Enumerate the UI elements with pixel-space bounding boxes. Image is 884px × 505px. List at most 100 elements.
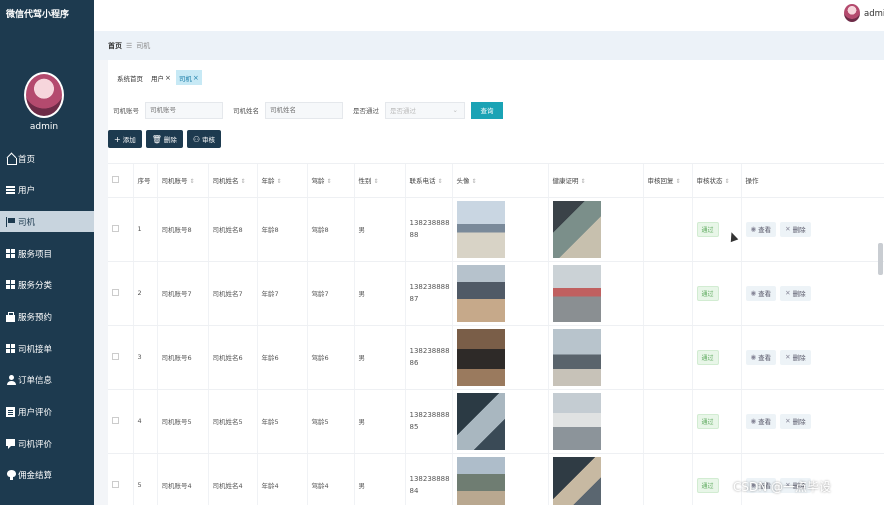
- sort-icon[interactable]: ⇕: [676, 178, 681, 185]
- column-header-gender[interactable]: 性别 ⇕: [354, 164, 406, 198]
- sidebar-item-order-info[interactable]: 订单信息: [0, 370, 94, 391]
- close-icon[interactable]: ×: [193, 74, 199, 82]
- tab-home[interactable]: 系统首页: [114, 70, 146, 85]
- cell-review-status: 通过: [692, 389, 742, 454]
- avatar-photo[interactable]: [456, 328, 505, 386]
- sidebar-item-home[interactable]: 首页: [0, 148, 94, 169]
- row-delete-button[interactable]: ✕ 删除: [780, 221, 811, 237]
- cell-index: 1: [133, 197, 158, 262]
- tab-users[interactable]: 用户 ×: [148, 70, 174, 85]
- column-header-health-cert[interactable]: 健康证明 ⇕: [548, 164, 644, 198]
- query-button[interactable]: 查询: [471, 101, 503, 119]
- row-checkbox[interactable]: [112, 416, 119, 424]
- row-select-cell: [108, 261, 134, 326]
- avatar-photo[interactable]: [456, 456, 505, 505]
- column-header-account[interactable]: 司机账号 ⇕: [157, 164, 209, 198]
- grid-icon: [6, 248, 16, 259]
- cell-operation: ◉ 查看 ✕ 删除: [741, 261, 884, 326]
- delete-button[interactable]: 🗑 删除: [145, 130, 183, 148]
- sidebar-item-driver-reviews[interactable]: 司机评价: [0, 433, 94, 454]
- row-delete-button[interactable]: ✕ 删除: [780, 349, 811, 365]
- cell-account: 司机账号8: [157, 197, 209, 262]
- sort-icon[interactable]: ⇕: [327, 178, 332, 185]
- scroll-thumb[interactable]: [878, 243, 883, 275]
- sort-icon[interactable]: ⇕: [725, 178, 730, 185]
- cell-age: 年龄5: [257, 389, 308, 454]
- name-input[interactable]: [265, 101, 343, 119]
- column-header-label: 操作: [745, 177, 759, 186]
- view-button[interactable]: ◉ 查看: [745, 285, 777, 301]
- sort-icon[interactable]: ⇕: [581, 178, 586, 185]
- eye-icon: ◉: [750, 289, 757, 297]
- app-title: 微信代驾小程序: [6, 10, 70, 20]
- column-header-review-status[interactable]: 审核状态 ⇕: [692, 164, 742, 198]
- column-header-label: 司机姓名: [212, 177, 239, 186]
- phone-line: 84: [409, 487, 419, 495]
- avatar-photo[interactable]: [456, 200, 505, 258]
- view-button-label: 查看: [758, 354, 772, 362]
- close-icon[interactable]: ×: [165, 74, 171, 82]
- row-checkbox[interactable]: [112, 288, 119, 296]
- health-cert-photo[interactable]: [552, 392, 601, 450]
- row-checkbox[interactable]: [112, 480, 119, 488]
- cell-review-reply: [643, 325, 693, 390]
- view-button[interactable]: ◉ 查看: [745, 413, 777, 429]
- tab-drivers[interactable]: 司机 ×: [175, 70, 202, 85]
- sidebar-item-service-items[interactable]: 服务项目: [0, 243, 94, 264]
- column-header-name[interactable]: 司机姓名 ⇕: [208, 164, 258, 198]
- avatar-photo[interactable]: [456, 392, 505, 450]
- health-cert-photo[interactable]: [552, 328, 601, 386]
- add-button-label: 添加: [122, 136, 136, 144]
- sort-icon[interactable]: ⇕: [277, 178, 282, 185]
- column-header-age[interactable]: 年龄 ⇕: [257, 164, 308, 198]
- view-button-label: 查看: [758, 226, 772, 234]
- sort-icon[interactable]: ⇕: [438, 178, 443, 185]
- column-header-label: 联系电话: [409, 177, 436, 186]
- column-header-review-reply[interactable]: 审核回复 ⇕: [643, 164, 693, 198]
- close-icon: ✕: [785, 289, 791, 297]
- column-header-label: 审核回复: [647, 177, 674, 186]
- row-checkbox[interactable]: [112, 224, 119, 232]
- row-checkbox[interactable]: [112, 352, 119, 360]
- row-delete-button[interactable]: ✕ 删除: [780, 413, 811, 429]
- sidebar-item-drivers[interactable]: 司机: [0, 211, 94, 233]
- sidebar-item-commission[interactable]: 佣金结算: [0, 465, 94, 486]
- sort-icon[interactable]: ⇕: [241, 178, 246, 185]
- add-button[interactable]: + 添加: [108, 130, 142, 148]
- page-scrollbar[interactable]: [877, 60, 884, 505]
- sidebar-item-service-booking[interactable]: 服务预约: [0, 306, 94, 327]
- sidebar-item-driver-orders[interactable]: 司机接单: [0, 338, 94, 359]
- avatar-photo[interactable]: [456, 264, 505, 322]
- sort-icon[interactable]: ⇕: [190, 178, 195, 185]
- sort-icon[interactable]: ⇕: [374, 178, 379, 185]
- sidebar: 微信代驾小程序 admin 首页 用户 司机 服务项目 服务分类 服务预约 司机…: [0, 0, 94, 505]
- health-cert-photo[interactable]: [552, 264, 601, 322]
- column-header-driving-years[interactable]: 驾龄 ⇕: [307, 164, 355, 198]
- cell-age: 年龄7: [257, 261, 308, 326]
- health-cert-photo[interactable]: [552, 200, 601, 258]
- sort-icon[interactable]: ⇕: [472, 178, 477, 185]
- review-button[interactable]: ⚇ 审核: [186, 130, 222, 148]
- row-delete-button[interactable]: ✕ 删除: [780, 285, 811, 301]
- cell-health-cert: [548, 261, 644, 326]
- health-cert-photo[interactable]: [552, 456, 601, 505]
- avatar[interactable]: [844, 4, 860, 22]
- breadcrumb-home[interactable]: 首页: [108, 41, 122, 51]
- header-username[interactable]: admin: [864, 9, 884, 19]
- approved-select[interactable]: 是否通过 ⌄: [385, 101, 465, 119]
- column-header-phone[interactable]: 联系电话 ⇕: [405, 164, 453, 198]
- sidebar-avatar: [24, 72, 64, 118]
- plus-icon: +: [114, 134, 121, 144]
- sidebar-menu: 首页 用户 司机 服务项目 服务分类 服务预约 司机接单 订单信息 用户评价 司…: [0, 148, 94, 497]
- sidebar-item-user-reviews[interactable]: 用户评价: [0, 402, 94, 423]
- account-input[interactable]: [145, 101, 223, 119]
- view-button[interactable]: ◉ 查看: [745, 349, 777, 365]
- view-button[interactable]: ◉ 查看: [745, 221, 777, 237]
- sidebar-item-service-categories[interactable]: 服务分类: [0, 275, 94, 296]
- doc-icon: [6, 407, 16, 417]
- column-header-avatar[interactable]: 头像 ⇕: [452, 164, 549, 198]
- select-all-checkbox[interactable]: [112, 175, 119, 183]
- chat-icon: [6, 438, 16, 449]
- sidebar-item-users[interactable]: 用户: [0, 180, 94, 201]
- cell-review-reply: [643, 453, 693, 505]
